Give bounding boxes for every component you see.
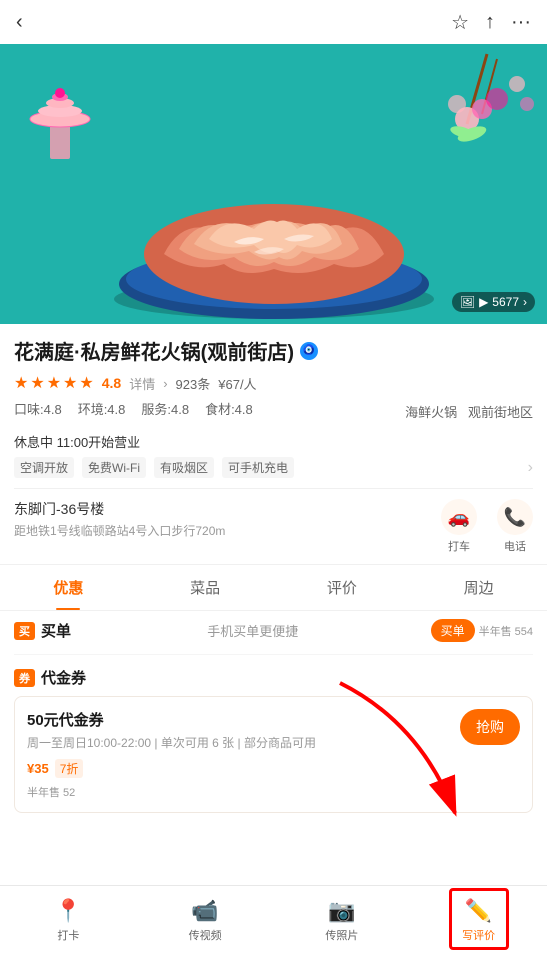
tab-menu[interactable]: 菜品 — [137, 565, 274, 610]
bottom-nav: 📍 打卡 📹 传视频 📷 传照片 ✏️ 写评价 — [0, 885, 547, 955]
voucher-top: 50元代金券 周一至周日10:00-22:00 | 单次可用 6 张 | 部分商… — [27, 709, 520, 778]
voucher-section-header: 券 代金券 — [14, 655, 533, 696]
rating-arrow: › — [163, 376, 167, 391]
area-text: 观前街地区 — [468, 405, 533, 420]
phone-action[interactable]: 📞 电话 — [497, 499, 533, 554]
voucher-desc: 周一至周日10:00-22:00 | 单次可用 6 张 | 部分商品可用 — [27, 734, 460, 751]
image-count-badge[interactable]: 🖼 ▶ 5677 › — [452, 292, 535, 312]
star-2: ★ — [30, 373, 44, 393]
service-rating: 服务:4.8 — [141, 399, 189, 418]
voucher-price: ¥35 7折 — [27, 757, 460, 778]
voucher-badge: 券 — [14, 669, 35, 687]
voucher-bottom: 半年售 52 — [27, 784, 520, 800]
review-count: 923条 — [176, 374, 211, 393]
business-hours: 休息中 11:00开始营业 — [14, 432, 533, 451]
taste-rating: 口味:4.8 — [14, 399, 62, 418]
address-section: 东脚门-36号楼 距地铁1号线临顿路站4号入口步行720m 🚗 打车 📞 电话 — [14, 488, 533, 564]
buy-section-label: 买 买单 — [14, 620, 71, 641]
buy-section: 买 买单 手机买单更便捷 买单 半年售 554 — [14, 611, 533, 655]
highlight-border — [449, 888, 509, 950]
amenities-arrow[interactable]: › — [528, 459, 533, 477]
photo-icon: 🖼 — [460, 295, 475, 309]
verified-badge: 🧿 — [300, 342, 318, 360]
back-button[interactable]: ‹ — [16, 11, 23, 34]
voucher-discount: 7折 — [55, 759, 84, 778]
buy-action-badge[interactable]: 买单 — [431, 619, 475, 642]
checkin-label: 打卡 — [57, 927, 79, 943]
count-arrow: › — [523, 295, 527, 309]
restaurant-name: 花满庭·私房鲜花火锅(观前街店) 🧿 — [14, 336, 533, 365]
sub-ratings: 口味:4.8 环境:4.8 服务:4.8 食材:4.8 — [14, 399, 253, 418]
star-icon[interactable]: ☆ — [451, 10, 469, 35]
voucher-info: 50元代金券 周一至周日10:00-22:00 | 单次可用 6 张 | 部分商… — [27, 709, 460, 778]
category-info: 海鲜火锅 观前街地区 — [253, 402, 533, 421]
buy-description: 手机买单更便捷 — [207, 621, 298, 640]
more-icon[interactable]: ··· — [511, 11, 531, 34]
meat-plate — [84, 124, 464, 324]
deals-section: 买 买单 手机买单更便捷 买单 半年售 554 券 代金券 50元代金券 周一至… — [0, 611, 547, 813]
star-4: ★ — [63, 373, 77, 393]
checkin-icon: 📍 — [55, 898, 82, 924]
status-bar: ‹ ☆ ↑ ··· — [0, 0, 547, 44]
tabs-bar: 优惠 菜品 评价 周边 — [0, 564, 547, 611]
phone-label: 电话 — [504, 538, 526, 554]
tab-nearby[interactable]: 周边 — [410, 565, 547, 610]
top-actions: ☆ ↑ ··· — [451, 10, 531, 35]
tab-reviews[interactable]: 评价 — [274, 565, 411, 610]
star-1: ★ — [14, 373, 28, 393]
stars: ★ ★ ★ ★ ★ — [14, 373, 94, 393]
photo-label: 传照片 — [325, 927, 358, 943]
star-5: ★ — [79, 373, 93, 393]
ingredient-rating: 食材:4.8 — [205, 399, 253, 418]
address-main: 东脚门-36号楼 — [14, 499, 441, 519]
address-sub: 距地铁1号线临顿路站4号入口步行720m — [14, 522, 441, 539]
video-icon: ▶ — [479, 295, 488, 309]
nav-photo[interactable]: 📷 传照片 — [274, 890, 411, 951]
restaurant-info: 花满庭·私房鲜花火锅(观前街店) 🧿 ★ ★ ★ ★ ★ 4.8 详情 › 92… — [0, 324, 547, 564]
voucher-current-price: ¥35 — [27, 757, 49, 778]
env-rating: 环境:4.8 — [78, 399, 126, 418]
amenity-ac: 空调开放 — [14, 457, 74, 478]
amenity-charge: 可手机充电 — [222, 457, 294, 478]
amenities-row: 空调开放 免费Wi-Fi 有吸烟区 可手机充电 › — [14, 457, 533, 478]
voucher-buy-button[interactable]: 抢购 — [460, 709, 520, 745]
phone-icon: 📞 — [497, 499, 533, 535]
count-text: 5677 — [492, 295, 519, 309]
nav-video[interactable]: 📹 传视频 — [137, 890, 274, 951]
video-upload-icon: 📹 — [191, 898, 218, 924]
tab-deals[interactable]: 优惠 — [0, 565, 137, 610]
voucher-name: 50元代金券 — [27, 709, 460, 730]
address-info: 东脚门-36号楼 距地铁1号线临顿路站4号入口步行720m — [14, 499, 441, 539]
price-info: ¥67/人 — [218, 374, 256, 393]
rating-row: ★ ★ ★ ★ ★ 4.8 详情 › 923条 ¥67/人 — [14, 373, 533, 393]
amenity-wifi: 免费Wi-Fi — [82, 457, 146, 478]
voucher-half-year: 半年售 52 — [27, 784, 75, 800]
nav-checkin[interactable]: 📍 打卡 — [0, 890, 137, 951]
address-actions: 🚗 打车 📞 电话 — [441, 499, 533, 554]
star-3: ★ — [47, 373, 61, 393]
voucher-title: 代金券 — [41, 667, 86, 688]
buy-right: 买单 半年售 554 — [431, 619, 533, 642]
hero-image[interactable]: 🖼 ▶ 5677 › — [0, 44, 547, 324]
taxi-label: 打车 — [448, 538, 470, 554]
amenity-smoking: 有吸烟区 — [154, 457, 214, 478]
photo-upload-icon: 📷 — [328, 898, 355, 924]
taxi-action[interactable]: 🚗 打车 — [441, 499, 477, 554]
buy-title: 买单 — [41, 620, 71, 641]
nav-write-review[interactable]: ✏️ 写评价 — [410, 890, 547, 951]
rating-score: 4.8 — [102, 375, 121, 391]
share-icon[interactable]: ↑ — [485, 11, 495, 34]
video-label: 传视频 — [189, 927, 222, 943]
rating-detail-link[interactable]: 详情 — [129, 374, 155, 393]
buy-half-year: 半年售 554 — [479, 623, 533, 639]
voucher-card[interactable]: 50元代金券 周一至周日10:00-22:00 | 单次可用 6 张 | 部分商… — [14, 696, 533, 813]
sub-ratings-row: 口味:4.8 环境:4.8 服务:4.8 食材:4.8 海鲜火锅 观前街地区 — [14, 399, 533, 424]
buy-badge: 买 — [14, 622, 35, 640]
taxi-icon: 🚗 — [441, 499, 477, 535]
category-text: 海鲜火锅 — [405, 405, 457, 420]
